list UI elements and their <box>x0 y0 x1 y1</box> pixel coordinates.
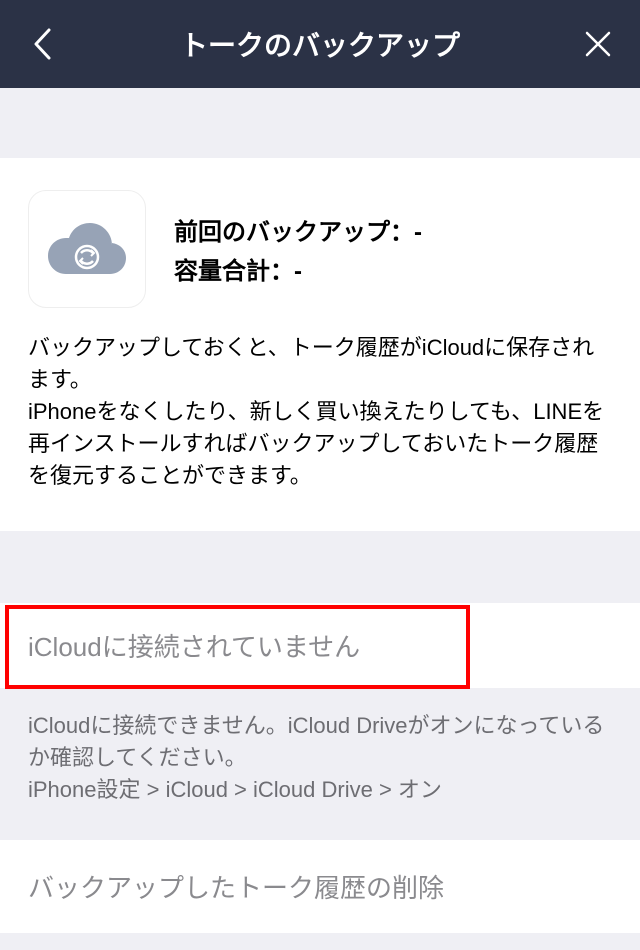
icloud-status-section: iCloudに接続されていません <box>0 603 640 688</box>
chevron-left-icon <box>32 27 52 61</box>
backup-size-label: 容量合計：- <box>174 251 422 286</box>
spacer <box>0 531 640 603</box>
spacer <box>0 88 640 158</box>
close-button[interactable] <box>576 22 620 66</box>
backup-summary-row: 前回のバックアップ：- 容量合計：- <box>28 182 612 308</box>
back-button[interactable] <box>20 22 64 66</box>
close-icon <box>583 29 613 59</box>
icloud-hint-text: iCloudに接続できません。iCloud Driveがオンになっているか確認し… <box>0 688 640 840</box>
delete-backup-row[interactable]: バックアップしたトーク履歴の削除 <box>0 840 640 933</box>
page-title: トークのバックアップ <box>64 24 576 64</box>
delete-backup-label: バックアップしたトーク履歴の削除 <box>28 873 444 903</box>
backup-info-card: 前回のバックアップ：- 容量合計：- バックアップしておくと、トーク履歴がiCl… <box>0 158 640 531</box>
cloud-icon-box <box>28 190 146 308</box>
icloud-status-row[interactable]: iCloudに接続されていません <box>0 603 640 688</box>
delete-section: バックアップしたトーク履歴の削除 <box>0 840 640 933</box>
last-backup-label: 前回のバックアップ：- <box>174 212 422 247</box>
cloud-sync-icon <box>44 219 130 279</box>
header-bar: トークのバックアップ <box>0 0 640 88</box>
icloud-status-label: iCloudに接続されていません <box>28 632 360 662</box>
backup-description: バックアップしておくと、トーク履歴がiCloudに保存されます。 iPhoneを… <box>28 332 612 491</box>
backup-info-text: 前回のバックアップ：- 容量合計：- <box>174 212 422 286</box>
